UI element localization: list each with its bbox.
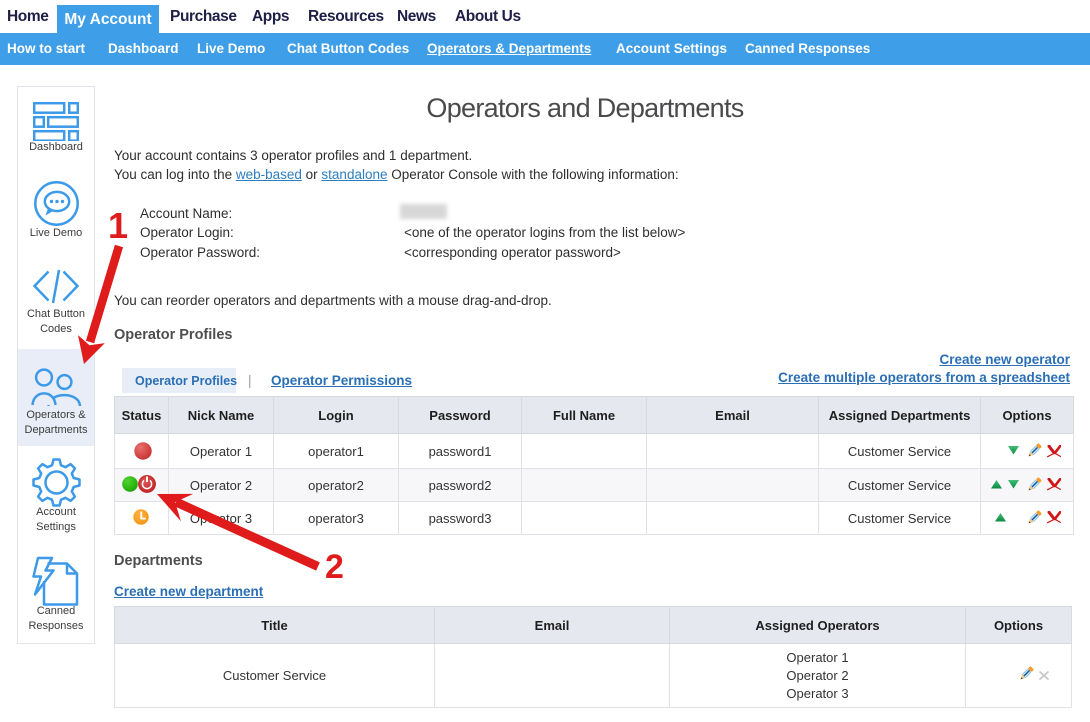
- svg-text:1: 1: [108, 205, 128, 246]
- svg-text:2: 2: [325, 548, 344, 586]
